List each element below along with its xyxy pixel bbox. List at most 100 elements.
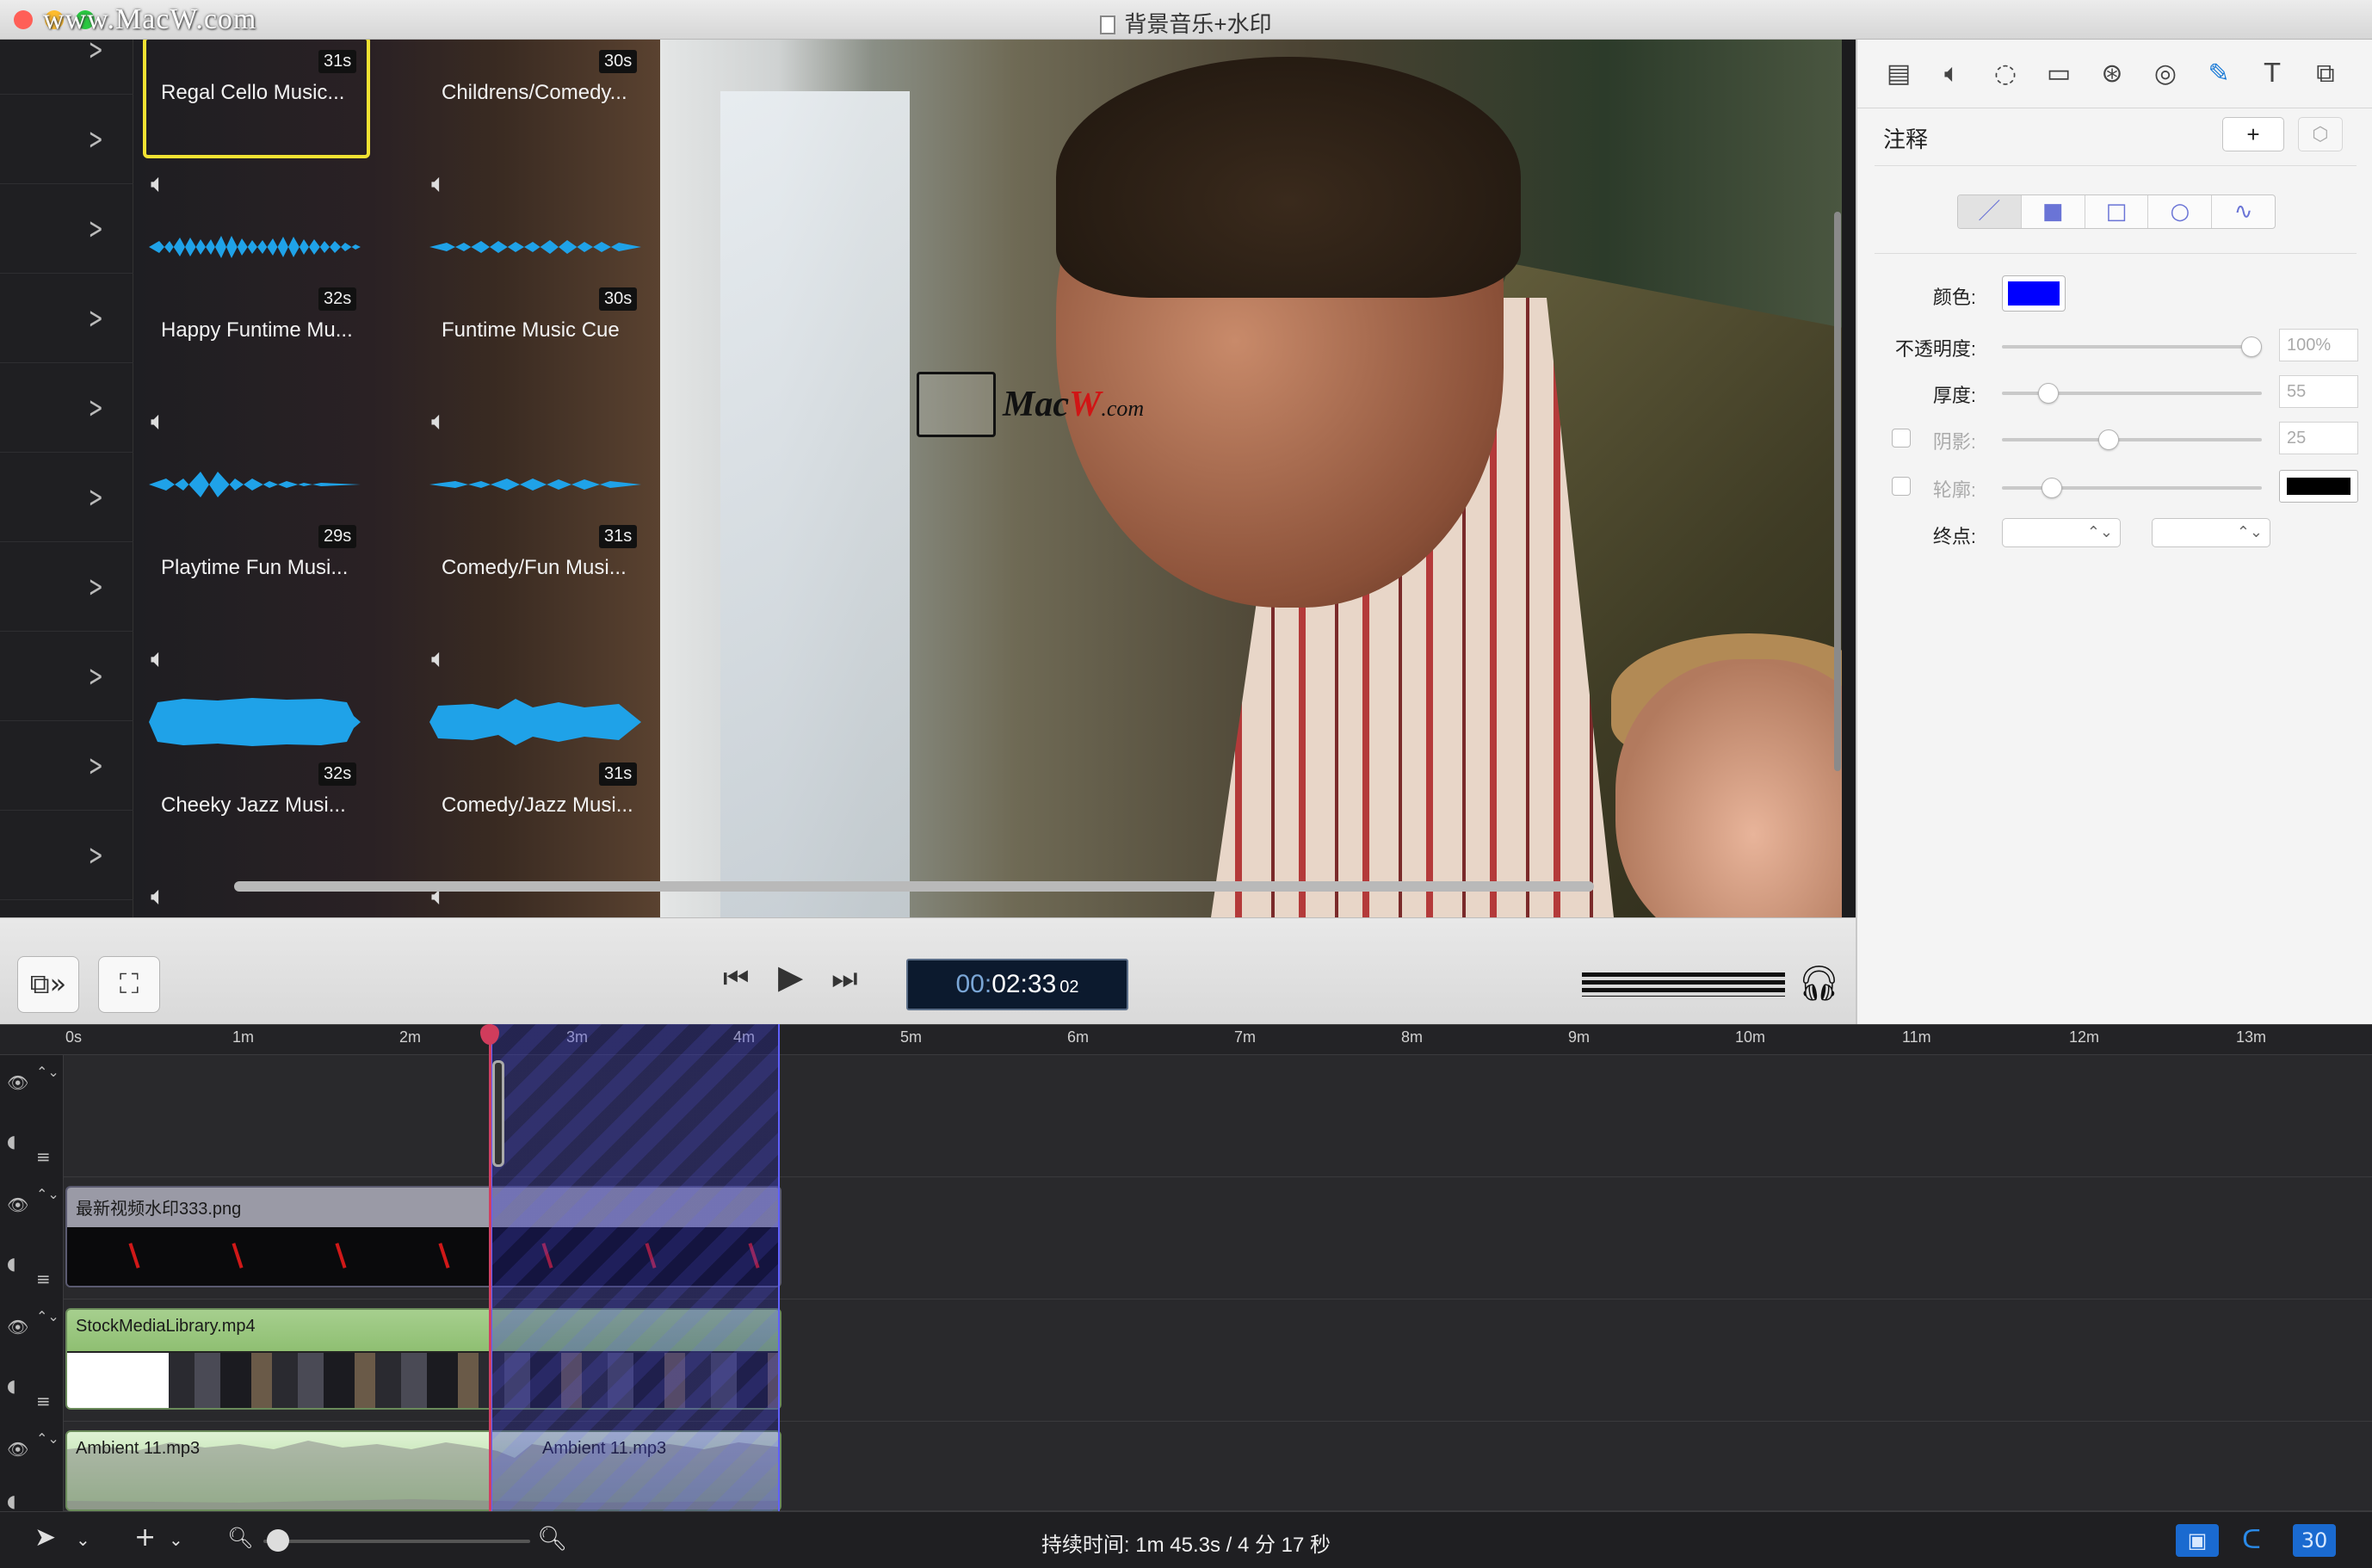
line-shape-option[interactable]: ／ [1958,195,2022,228]
slider-knob[interactable] [2038,383,2059,404]
color-well[interactable] [2002,275,2066,312]
waveform [429,240,641,254]
video-icon[interactable]: ▤ [1880,55,1918,93]
thickness-slider[interactable] [2002,383,2262,404]
expand-icon[interactable]: ⌃⌄ [36,1064,59,1080]
audio-tile[interactable]: 🔈︎ 31s Comedy/Fun Musi... [414,399,672,637]
expand-icon[interactable]: ⌃⌄ [36,1186,59,1202]
speaker-icon[interactable]: 🔈︎ [431,406,447,436]
speaker-icon[interactable]: 🔈︎ [151,406,166,436]
eye-icon[interactable]: 👁︎ [7,1439,28,1460]
audio-tile[interactable]: 🔈︎ 30s Funtime Music Cue [414,162,672,399]
crop-button[interactable]: ⛶ [98,956,160,1013]
end-endpoint-popup[interactable]: ⌃⌄ [2152,518,2270,547]
shadow-checkbox[interactable] [1892,429,1911,448]
outline-color-well[interactable] [2279,470,2358,503]
speaker-icon[interactable]: 🔈︎ [151,881,166,911]
opacity-slider[interactable] [2002,336,2262,357]
speaker-icon[interactable]: ◖ [7,1491,16,1511]
video-watermark[interactable]: MacW.com [917,372,1149,441]
category-row[interactable]: > [0,632,133,721]
audio-tile[interactable]: 🔈︎ 32s Cheeky Jazz Musi... [133,637,392,874]
slider-knob[interactable] [2042,478,2062,498]
timeline-ruler[interactable]: 0s 1m 2m 3m 4m 5m 6m 7m 8m 9m 10m 11m 12m 13m [0,1024,2372,1055]
playhead[interactable] [489,1024,491,1511]
menu-icon[interactable]: ≡ [36,1146,51,1167]
audio-icon[interactable]: 🔈︎ [1933,55,1971,93]
category-row[interactable]: > [0,453,133,542]
opacity-field[interactable]: 100% [2279,329,2358,361]
category-row[interactable]: > [0,95,133,184]
inspector-title: 注释 [1883,127,1929,152]
category-row[interactable]: > [0,721,133,811]
outline-slider[interactable] [2002,478,2262,498]
volume-meter[interactable] [1582,972,1785,997]
audio-clip[interactable]: Ambient 11.mp3 Ambient 11.mp3 [65,1430,781,1511]
video-clip[interactable]: StockMediaLibrary.mp4 [65,1308,781,1410]
transform-mode-button[interactable]: ⧉» [17,956,79,1013]
shape-selector[interactable]: ／ ■ □ ○ ∿ [1957,194,2276,229]
screen-icon[interactable]: ▭ [2040,55,2078,93]
expand-icon[interactable]: ⌃⌄ [36,1308,59,1324]
cube-icon[interactable]: ⬡ [2298,117,2343,151]
preview-vertical-scrollbar[interactable] [1834,212,1841,771]
cursor-icon[interactable]: ⊛ [2093,55,2131,93]
audio-tile[interactable]: 🔈︎ 29s Playtime Fun Musi... [133,399,392,637]
category-row[interactable]: > [0,542,133,632]
speaker-icon[interactable]: 🔈︎ [151,644,166,674]
chevron-right-icon: > [88,838,103,873]
speaker-icon[interactable]: ◖ [7,1131,16,1151]
slider-knob[interactable] [2241,336,2262,357]
speaker-icon[interactable]: ◖ [7,1253,16,1274]
annotation-icon[interactable]: ✎ [2200,55,2238,93]
headphones-icon[interactable]: 🎧︎ [1797,963,1841,1003]
menu-icon[interactable]: ≡ [36,1391,51,1411]
shadow-field[interactable]: 25 [2279,422,2358,454]
slider-knob[interactable] [2098,429,2119,450]
speaker-icon[interactable]: 🔈︎ [431,644,447,674]
speaker-icon[interactable]: ◖ [7,1375,16,1396]
eye-icon[interactable]: 👁︎ [7,1195,28,1215]
magnet-icon[interactable]: ᑕ [2234,1524,2269,1557]
audio-tile[interactable]: 30s Childrens/Comedy... [414,40,672,162]
transform-icon[interactable]: ⧉ [2307,55,2344,93]
audio-tile[interactable]: 🔈︎ 31s Comedy/Jazz Musi... [414,637,672,874]
speaker-icon[interactable]: 🔈︎ [151,169,166,199]
preview-horizontal-scrollbar[interactable] [234,881,1594,892]
category-row[interactable]: > [0,274,133,363]
play-button[interactable]: ▶ [778,958,803,996]
eye-icon[interactable]: 👁︎ [7,1072,28,1093]
track-lane[interactable] [64,1055,2372,1177]
expand-icon[interactable]: ⌃⌄ [36,1430,59,1447]
filters-icon[interactable]: ◎ [2147,55,2184,93]
category-row[interactable]: > [0,184,133,274]
category-row[interactable]: > [0,811,133,900]
skip-forward-button[interactable]: ⏭ [831,961,858,996]
frame-rate-button[interactable]: 30 [2293,1524,2336,1557]
freeform-shape-option[interactable]: ∿ [2212,195,2275,228]
category-row[interactable]: > [0,40,133,95]
shadow-slider[interactable] [2002,429,2262,450]
video-background [720,91,910,917]
speaker-icon[interactable]: 🔈︎ [431,169,447,199]
image-toggle-button[interactable]: ▣ [2176,1524,2219,1557]
start-endpoint-popup[interactable]: ⌃⌄ [2002,518,2121,547]
menu-icon[interactable]: ≡ [36,1269,51,1289]
audio-tile[interactable]: 🔈︎ 32s Happy Funtime Mu... [133,162,392,399]
skip-back-button[interactable]: ⏮ [723,961,750,996]
filled-rect-shape-option[interactable]: ■ [2022,195,2085,228]
preview-canvas[interactable]: > > > > > > > > > > 31s Regal Cello Musi… [0,40,1842,917]
text-icon[interactable]: T [2253,55,2291,93]
trim-handle[interactable] [492,1060,504,1167]
ellipse-shape-option[interactable]: ○ [2148,195,2213,228]
speed-icon[interactable]: ◌ [1986,55,2024,93]
thickness-field[interactable]: 55 [2279,375,2358,408]
add-annotation-button[interactable]: + [2222,117,2284,151]
category-row[interactable]: > [0,363,133,453]
image-clip[interactable]: 最新视频水印333.png [65,1186,781,1287]
outline-checkbox[interactable] [1892,477,1911,496]
ruler-tick-label: 11m [1902,1028,1931,1046]
rect-shape-option[interactable]: □ [2085,195,2149,228]
eye-icon[interactable]: 👁︎ [7,1317,28,1337]
timecode-display[interactable]: 00:02:33 02 [906,959,1128,1010]
